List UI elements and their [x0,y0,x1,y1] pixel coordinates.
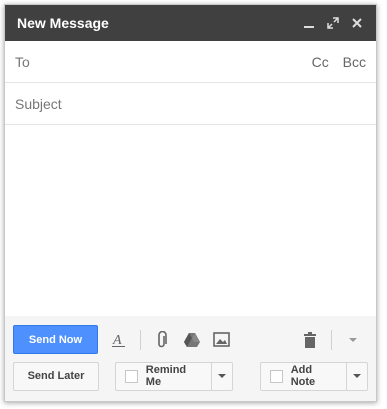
add-note-checkbox[interactable] [270,369,283,383]
message-body[interactable] [5,125,376,317]
photo-icon[interactable] [207,325,237,354]
remind-me-button[interactable]: Remind Me [115,361,233,391]
attach-icon[interactable] [147,325,177,354]
text-format-icon[interactable]: A [104,325,134,354]
bcc-link[interactable]: Bcc [343,54,366,70]
toolbar-divider [331,329,332,350]
remind-me-label: Remind Me [145,364,187,388]
more-options-icon[interactable] [338,325,368,354]
subject-label: Subject [15,95,62,112]
add-note-label: Add Note [290,364,316,388]
trash-icon[interactable] [295,325,325,354]
compose-window: New Message To Cc Bcc Subject Send Now A [4,4,377,402]
remind-me-checkbox[interactable] [125,369,138,383]
send-now-button[interactable]: Send Now [13,325,98,354]
expand-icon[interactable] [322,12,344,34]
compose-toolbar: Send Now A Send Later Remind Me Add Note [5,316,376,401]
close-icon[interactable] [346,12,368,34]
chevron-down-icon [218,374,227,378]
add-note-dropdown[interactable] [346,362,367,390]
svg-text:A: A [112,333,122,348]
drive-icon[interactable] [177,325,207,354]
send-later-button[interactable]: Send Later [13,361,99,391]
remind-me-dropdown[interactable] [211,362,232,390]
to-label: To [15,53,30,70]
title-bar: New Message [5,5,376,41]
to-field[interactable]: To Cc Bcc [5,41,376,83]
minimize-icon[interactable] [298,12,320,34]
cc-bcc-links: Cc Bcc [302,54,366,70]
toolbar-divider [140,329,141,350]
subject-field[interactable]: Subject [5,83,376,125]
add-note-button[interactable]: Add Note [260,361,368,391]
cc-link[interactable]: Cc [312,54,329,70]
chevron-down-icon [353,374,362,378]
window-title: New Message [17,15,109,31]
